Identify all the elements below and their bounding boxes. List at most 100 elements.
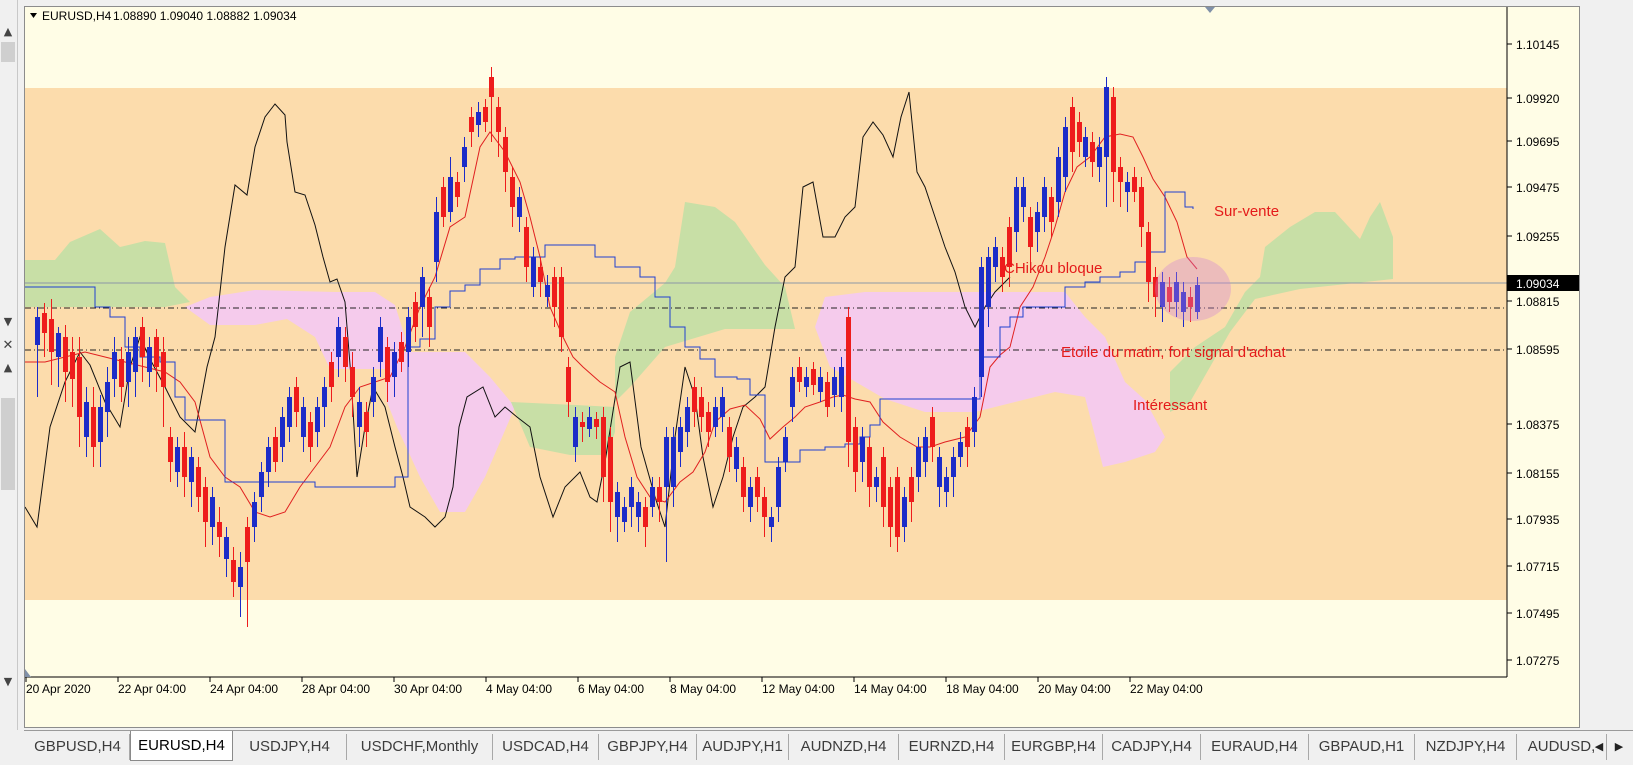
tab-audnzd-h4[interactable]: AUDNZD,H4 [789,734,899,760]
price-label: 1.09920 [1516,92,1560,106]
bull-candle [979,267,984,377]
time-label: 20 May 04:00 [1038,682,1111,696]
tab-eurnzd-h4[interactable]: EURNZD,H4 [899,734,1005,760]
bear-candle [350,367,355,397]
time-label: 22 May 04:00 [1130,682,1203,696]
bear-candle [455,182,460,197]
bull-candle [678,427,683,452]
scrollbar-thumb[interactable] [1,42,15,62]
bull-candle [420,277,425,307]
bear-candle [909,477,914,502]
bull-candle [874,477,879,487]
bear-candle [643,507,648,527]
bear-candle [608,437,613,502]
bear-candle [63,337,68,372]
bull-candle [832,377,837,395]
bull-candle [636,502,641,517]
tab-euraud-h4[interactable]: EURAUD,H4 [1201,734,1309,760]
bear-candle [867,447,872,487]
time-label: 12 May 04:00 [762,682,835,696]
bull-candle [916,447,921,477]
bear-candle [741,467,746,497]
tab-usdjpy-h4[interactable]: USDJPY,H4 [233,734,347,760]
bull-candle [1083,137,1088,157]
time-label: 14 May 04:00 [854,682,927,696]
price-label: 1.09695 [1516,135,1560,149]
bull-candle [629,487,634,507]
chart-window[interactable]: Sur-vente CHikou bloque Etoile du matin,… [24,6,1580,728]
bull-candle [406,317,411,352]
bull-candle [448,177,453,212]
bear-candle [469,117,474,132]
bull-candle [713,407,718,427]
price-label: 1.08155 [1516,467,1560,481]
bull-candle [1104,87,1109,157]
chart-shift-icon[interactable] [1205,7,1215,13]
bear-candle [524,227,529,267]
bull-candle [958,442,963,457]
bull-candle [378,327,383,362]
bear-candle [1077,122,1082,142]
price-label: 1.09255 [1516,230,1560,244]
bull-candle [1056,157,1061,202]
chevron-up-icon[interactable]: ▲ [0,360,16,376]
bear-candle [727,427,732,457]
bull-candle [790,377,795,407]
bull-candle [126,352,131,382]
bear-candle [797,367,802,382]
price-label: 1.07935 [1516,513,1560,527]
bull-candle [818,377,823,392]
scrollbar-thumb[interactable] [1,398,15,490]
triangle-right-icon[interactable]: ▶ [1611,737,1627,757]
bear-candle [203,487,208,522]
tab-usdcad-h4[interactable]: USDCAD,H4 [493,734,599,760]
highlight-ellipse [1155,257,1231,321]
bear-candle [580,422,585,427]
bear-candle [895,477,900,537]
tab-audjpy-h1[interactable]: AUDJPY,H1 [697,734,789,760]
bear-candle [846,317,851,442]
bear-candle [538,267,543,282]
triangle-down-icon[interactable] [30,13,37,18]
bear-candle [496,107,501,132]
bear-candle [217,522,222,537]
bull-candle [252,502,257,527]
price-label: 1.07715 [1516,560,1560,574]
time-label: 8 May 04:00 [670,682,736,696]
current-price-label: 1.09034 [1516,277,1560,291]
price-chart[interactable]: Sur-vente CHikou bloque Etoile du matin,… [25,7,1580,728]
bear-candle [49,319,54,352]
bear-candle [552,277,557,307]
chevron-up-icon[interactable]: ▲ [0,24,16,40]
bull-candle [1021,187,1026,207]
tab-gbpaud-h1[interactable]: GBPAUD,H1 [1309,734,1415,760]
bear-candle [881,457,886,507]
bear-candle [1111,97,1116,172]
bull-candle [133,337,138,372]
close-icon[interactable]: ✕ [0,338,16,354]
bull-candle [860,437,865,462]
tab-gbpusd-h4[interactable]: GBPUSD,H4 [26,734,130,760]
price-label: 1.08815 [1516,295,1560,309]
tab-cadjpy-h4[interactable]: CADJPY,H4 [1103,734,1201,760]
tab-eurusd-h4[interactable]: EURUSD,H4 [130,731,233,761]
bear-candle [566,367,571,402]
bear-candle [853,427,858,472]
bull-candle [944,477,949,492]
price-label: 1.07495 [1516,607,1560,621]
bear-candle [1049,197,1054,222]
bull-candle [769,517,774,527]
time-label: 4 May 04:00 [486,682,552,696]
tab-nzdjpy-h4[interactable]: NZDJPY,H4 [1415,734,1517,760]
chevron-down-icon[interactable]: ▼ [0,314,16,330]
tab-gbpjpy-h4[interactable]: GBPJPY,H4 [599,734,697,760]
bull-candle [147,347,152,372]
time-label: 20 Apr 2020 [26,682,91,696]
tab-eurgbp-h4[interactable]: EURGBP,H4 [1005,734,1103,760]
time-label: 6 May 04:00 [578,682,644,696]
triangle-left-icon[interactable]: ◀ [1591,737,1607,757]
bull-candle [357,402,362,427]
bull-candle [986,257,991,307]
chevron-down-icon[interactable]: ▼ [0,674,16,690]
tab-usdchf-monthly[interactable]: USDCHF,Monthly [347,734,493,760]
